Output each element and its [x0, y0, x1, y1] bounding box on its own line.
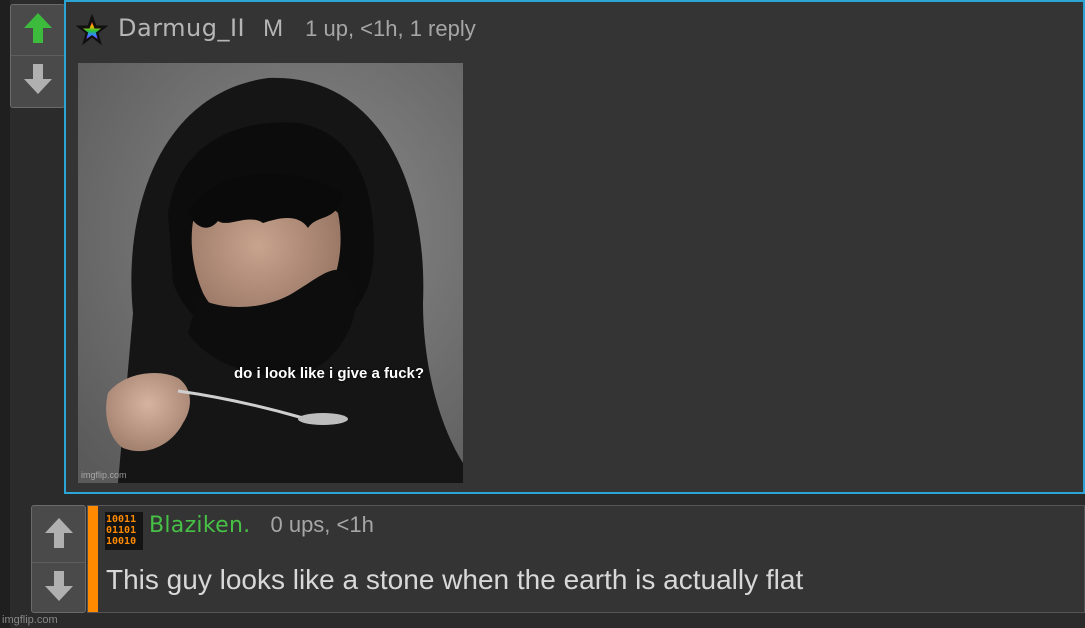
- svg-text:01101: 01101: [106, 525, 136, 536]
- downvote-button[interactable]: [11, 55, 64, 102]
- down-arrow-icon: [23, 64, 52, 94]
- comment-top: Darmug_II M 1 up, <1h, 1 reply do i look…: [64, 0, 1085, 494]
- up-arrow-icon: [23, 13, 52, 43]
- down-arrow-icon: [44, 571, 73, 601]
- meme-watermark: imgflip.com: [81, 470, 127, 480]
- comment-header: Darmug_II M 1 up, <1h, 1 reply: [76, 14, 476, 46]
- reply-indicator-bar: [88, 506, 98, 612]
- svg-text:10011: 10011: [106, 514, 136, 525]
- username[interactable]: Darmug_II: [118, 14, 245, 42]
- meme-caption: do i look like i give a fuck?: [234, 365, 425, 382]
- upvote-button[interactable]: [11, 5, 64, 51]
- reply-upvote-button[interactable]: [32, 510, 85, 556]
- footer-watermark: imgflip.com: [2, 614, 58, 626]
- reply-header: 10011 01101 10010 Blaziken. 0 ups, <1h: [105, 512, 374, 550]
- comment-reply: 10011 01101 10010 Blaziken. 0 ups, <1h T…: [87, 505, 1085, 613]
- reply-username[interactable]: Blaziken.: [149, 513, 250, 538]
- reply-downvote-button[interactable]: [32, 562, 85, 609]
- top-vote-column: [10, 4, 65, 108]
- reply-meta[interactable]: 0 ups, <1h: [270, 512, 373, 538]
- user-star-badge-icon: [76, 14, 108, 46]
- gender-label: M: [263, 15, 284, 42]
- up-arrow-icon: [44, 518, 73, 548]
- svg-text:10010: 10010: [106, 536, 136, 547]
- binary-badge-icon: 10011 01101 10010: [105, 512, 143, 550]
- meme-photo: [78, 63, 463, 483]
- comment-meta[interactable]: 1 up, <1h, 1 reply: [305, 16, 476, 42]
- reply-text: This guy looks like a stone when the ear…: [106, 564, 804, 595]
- reply-vote-column: [31, 505, 86, 613]
- meme-image[interactable]: do i look like i give a fuck? imgflip.co…: [78, 63, 463, 483]
- left-gutter: [0, 0, 10, 628]
